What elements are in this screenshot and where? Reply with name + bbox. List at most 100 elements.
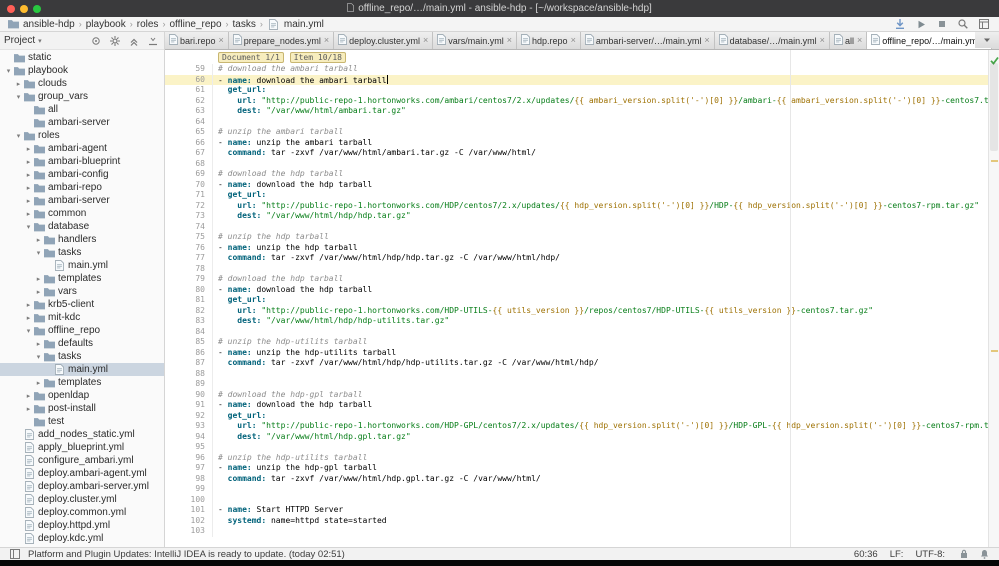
warning-stripe-mark[interactable]	[991, 160, 998, 162]
project-view-selector-icon[interactable]: ▾	[38, 37, 42, 45]
collapsed-arrow-icon[interactable]: ▸	[24, 314, 33, 322]
close-tab-icon[interactable]: ×	[820, 36, 825, 45]
code-line[interactable]: 63 dest: "/var/www/html/ambari.tar.gz"	[165, 106, 988, 117]
tree-item[interactable]: ▾group_vars	[0, 90, 164, 103]
file-encoding-indicator[interactable]: UTF-8:	[915, 549, 945, 560]
vcs-update-icon[interactable]	[893, 18, 907, 31]
tree-item[interactable]: ▸openldap	[0, 389, 164, 402]
tree-item[interactable]: all	[0, 103, 164, 116]
project-panel-title[interactable]: Project	[4, 35, 35, 46]
code-line[interactable]: 99	[165, 484, 988, 495]
tree-item[interactable]: ▾database	[0, 220, 164, 233]
code-line[interactable]: 97- name: unzip the hdp-gpl tarball	[165, 463, 988, 474]
editor-tab[interactable]: offline_repo/…/main.yml×	[867, 32, 992, 49]
close-tab-icon[interactable]: ×	[423, 36, 428, 45]
code-line[interactable]: 67 command: tar -zxvf /var/www/html/amba…	[165, 148, 988, 159]
close-window-button[interactable]	[7, 5, 15, 13]
tree-item[interactable]: ▸ambari-config	[0, 168, 164, 181]
tree-item[interactable]: deploy.common.yml	[0, 506, 164, 519]
code-line[interactable]: 86- name: unzip the hdp-utilits tarball	[165, 348, 988, 359]
tree-item[interactable]: deploy.httpd.yml	[0, 519, 164, 532]
editor-tab[interactable]: vars/main.yml×	[433, 32, 517, 49]
tree-item[interactable]: add_nodes_static.yml	[0, 428, 164, 441]
code-line[interactable]: 80- name: download the hdp tarball	[165, 285, 988, 296]
code-line[interactable]: 61 get_url:	[165, 85, 988, 96]
gear-icon[interactable]	[108, 34, 122, 47]
tree-item[interactable]: deploy.ambari-server.yml	[0, 480, 164, 493]
tree-item[interactable]: ▾tasks	[0, 246, 164, 259]
code-line[interactable]: 72 url: "http://public-repo-1.hortonwork…	[165, 201, 988, 212]
code-line[interactable]: 74	[165, 222, 988, 233]
code-line[interactable]: 96# unzip the hdp-utilits tarball	[165, 453, 988, 464]
close-tab-icon[interactable]: ×	[324, 36, 329, 45]
code-line[interactable]: 59# download the ambari tarball	[165, 64, 988, 75]
expanded-arrow-icon[interactable]: ▾	[24, 327, 33, 335]
code-line[interactable]: 101- name: Start HTTPD Server	[165, 505, 988, 516]
minimize-window-button[interactable]	[20, 5, 28, 13]
window-icon[interactable]	[977, 18, 991, 31]
tree-item[interactable]: configure_ambari.yml	[0, 454, 164, 467]
tree-item[interactable]: ▸handlers	[0, 233, 164, 246]
close-tab-icon[interactable]: ×	[857, 36, 862, 45]
hide-icon[interactable]	[146, 34, 160, 47]
code-line[interactable]: 98 command: tar -zxvf /var/www/html/hdp.…	[165, 474, 988, 485]
collapsed-arrow-icon[interactable]: ▸	[34, 288, 43, 296]
tree-item[interactable]: apply_blueprint.yml	[0, 441, 164, 454]
tree-item[interactable]: deploy.ambari-agent.yml	[0, 467, 164, 480]
collapsed-arrow-icon[interactable]: ▸	[34, 340, 43, 348]
code-line[interactable]: 65# unzip the ambari tarball	[165, 127, 988, 138]
code-line[interactable]: 92 get_url:	[165, 411, 988, 422]
editor-tab[interactable]: bari.repo×	[165, 32, 229, 49]
code-line[interactable]: 73 dest: "/var/www/html/hdp/hdp.tar.gz"	[165, 211, 988, 222]
warning-stripe-mark[interactable]	[991, 350, 998, 352]
code-line[interactable]: 62 url: "http://public-repo-1.hortonwork…	[165, 96, 988, 107]
collapsed-arrow-icon[interactable]: ▸	[34, 379, 43, 387]
collapsed-arrow-icon[interactable]: ▸	[24, 301, 33, 309]
close-tab-icon[interactable]: ×	[704, 36, 709, 45]
collapsed-arrow-icon[interactable]: ▸	[24, 158, 33, 166]
run-icon[interactable]	[914, 18, 928, 31]
bell-icon[interactable]	[977, 548, 991, 561]
tree-item[interactable]: ▸ambari-blueprint	[0, 155, 164, 168]
collapsed-arrow-icon[interactable]: ▸	[14, 80, 23, 88]
code-line[interactable]: 79# download the hdp tarball	[165, 274, 988, 285]
code-line[interactable]: 103	[165, 526, 988, 537]
scrollbar-thumb[interactable]	[990, 63, 998, 151]
code-line[interactable]: 102 systemd: name=httpd state=started	[165, 516, 988, 527]
code-line[interactable]: 85# unzip the hdp-utilits tarball	[165, 337, 988, 348]
tree-item[interactable]: ▾tasks	[0, 350, 164, 363]
code-line[interactable]: 75# unzip the hdp tarball	[165, 232, 988, 243]
code-line[interactable]: 95	[165, 442, 988, 453]
code-line[interactable]: 68	[165, 159, 988, 170]
code-line[interactable]: 93 url: "http://public-repo-1.hortonwork…	[165, 421, 988, 432]
expanded-arrow-icon[interactable]: ▾	[14, 132, 23, 140]
code-line[interactable]: 94 dest: "/var/www/html/hdp.gpl.tar.gz"	[165, 432, 988, 443]
tree-item[interactable]: deploy.kdc.yml	[0, 532, 164, 545]
tree-item[interactable]: ▸ambari-repo	[0, 181, 164, 194]
tree-item[interactable]: ▸ambari-server	[0, 194, 164, 207]
code-line[interactable]: 64	[165, 117, 988, 128]
code-line[interactable]: 60- name: download the ambari tarball	[165, 75, 988, 86]
code-line[interactable]: 81 get_url:	[165, 295, 988, 306]
collapsed-arrow-icon[interactable]: ▸	[24, 405, 33, 413]
code-line[interactable]: 83 dest: "/var/www/html/hdp/hdp-utilits.…	[165, 316, 988, 327]
chevron-down-icon[interactable]	[980, 34, 994, 47]
locate-icon[interactable]	[89, 34, 103, 47]
code-line[interactable]: 69# download the hdp tarball	[165, 169, 988, 180]
collapsed-arrow-icon[interactable]: ▸	[24, 392, 33, 400]
editor-tab[interactable]: deploy.cluster.yml×	[334, 32, 433, 49]
code-line[interactable]: 66- name: unzip the ambari tarball	[165, 138, 988, 149]
caret-position-indicator[interactable]: 60:36	[854, 549, 878, 560]
collapsed-arrow-icon[interactable]: ▸	[34, 236, 43, 244]
code-line[interactable]: 70- name: download the hdp tarball	[165, 180, 988, 191]
code-line[interactable]: 82 url: "http://public-repo-1.hortonwork…	[165, 306, 988, 317]
breadcrumb-item[interactable]: offline_repo	[169, 19, 221, 30]
collapse-icon[interactable]	[127, 34, 141, 47]
expanded-arrow-icon[interactable]: ▾	[24, 223, 33, 231]
editor-tab[interactable]: database/…/main.yml×	[715, 32, 830, 49]
maximize-window-button[interactable]	[33, 5, 41, 13]
tree-item[interactable]: ambari-server	[0, 116, 164, 129]
tree-item[interactable]: test	[0, 415, 164, 428]
collapsed-arrow-icon[interactable]: ▸	[34, 275, 43, 283]
tree-item[interactable]: ▸templates	[0, 376, 164, 389]
